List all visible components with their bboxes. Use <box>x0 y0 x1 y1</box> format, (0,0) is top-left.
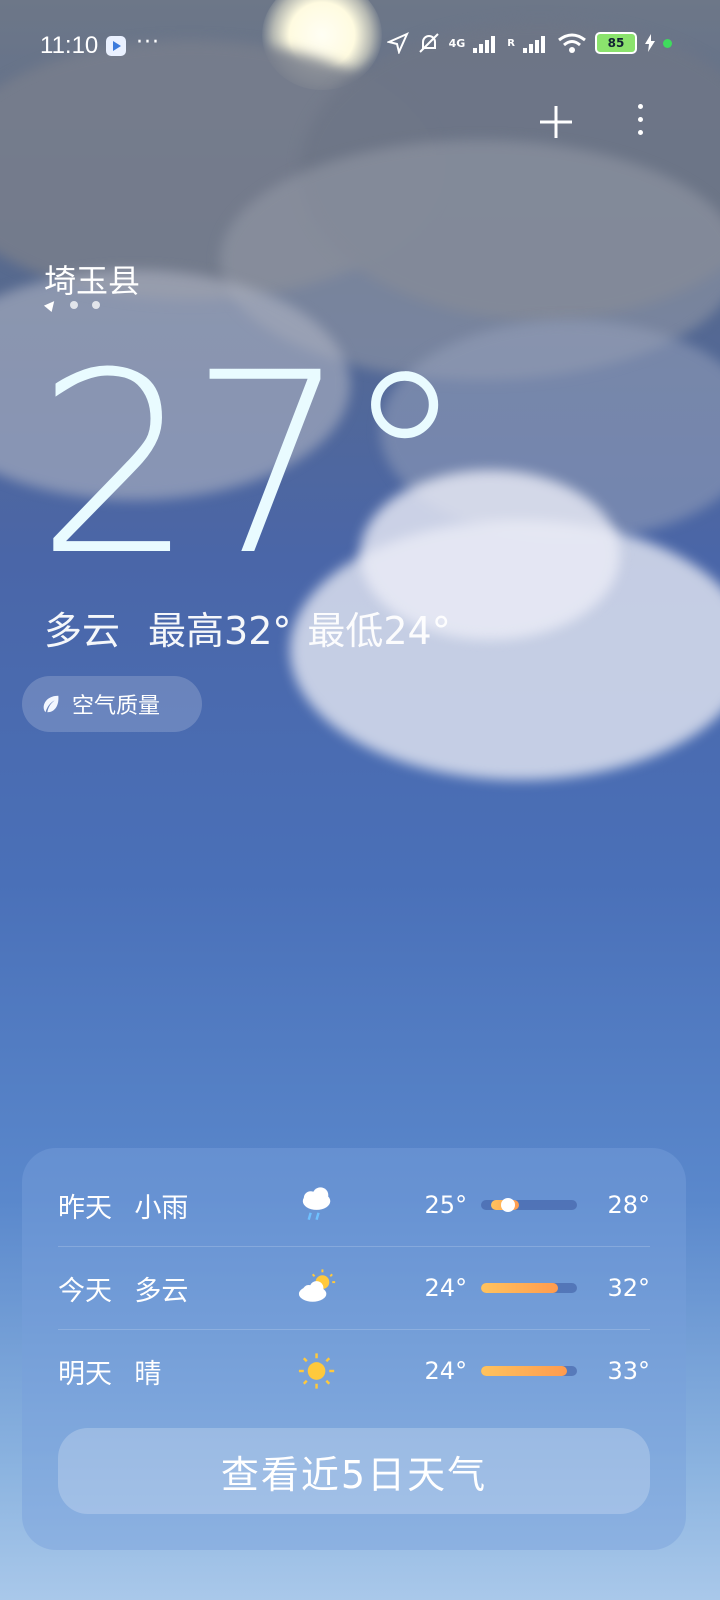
rain-cloud-icon <box>302 1187 331 1221</box>
status-bar: 11:10 ··· 4G R 85 <box>0 0 720 92</box>
temperature-range-fill <box>481 1283 558 1293</box>
privacy-indicator-dot <box>663 38 672 48</box>
temperature-range-fill <box>481 1366 568 1376</box>
five-day-forecast-button[interactable]: 查看近5日天气 <box>58 1428 650 1514</box>
sun-icon <box>298 1353 335 1389</box>
page-indicator <box>43 297 100 313</box>
status-time: 11:10 <box>40 32 99 59</box>
forecast-row-today[interactable]: 今天 多云 24° 32° <box>58 1247 650 1329</box>
temperature-range-bar <box>481 1198 578 1212</box>
location-arrow-icon <box>386 32 409 54</box>
menu-dot-icon <box>637 117 643 122</box>
forecast-day: 今天 <box>58 1275 112 1307</box>
forecast-condition: 小雨 <box>134 1192 189 1224</box>
signal-icon <box>473 33 499 53</box>
high-temperature: 最高32° <box>148 609 292 653</box>
more-notifications-icon: ··· <box>136 30 160 55</box>
signal-icon-secondary <box>523 33 549 53</box>
roaming-label: R <box>507 37 515 49</box>
menu-dot-icon <box>637 104 643 109</box>
low-temperature: 最低24° <box>307 609 451 653</box>
forecast-condition: 晴 <box>134 1358 162 1390</box>
status-icons: 4G R 85 <box>386 32 672 54</box>
current-temp-marker <box>501 1198 516 1212</box>
partly-cloudy-icon <box>298 1269 336 1302</box>
network-type-label: 4G <box>448 36 466 50</box>
forecast-low: 25° <box>424 1191 468 1219</box>
location-name[interactable]: 埼玉县 <box>44 256 140 302</box>
forecast-day: 昨天 <box>58 1192 112 1224</box>
forecast-row-tomorrow[interactable]: 明天 晴 24° 33° <box>58 1330 650 1412</box>
current-condition: 多云 <box>44 609 121 653</box>
temperature-range-bar <box>481 1283 578 1293</box>
condition-summary: 多云 最高32° 最低24° <box>44 600 451 655</box>
forecast-low: 24° <box>424 1357 468 1385</box>
forecast-day: 明天 <box>58 1358 112 1390</box>
plus-icon <box>540 106 572 138</box>
page-dot <box>92 301 100 309</box>
current-temperature: 27° <box>36 319 467 610</box>
forecast-low: 24° <box>424 1274 468 1302</box>
forecast-row-yesterday[interactable]: 昨天 小雨 25° 28° <box>58 1164 650 1246</box>
page-dot <box>70 301 78 309</box>
add-city-button[interactable] <box>536 102 576 142</box>
forecast-high: 33° <box>607 1357 651 1385</box>
forecast-high: 28° <box>607 1191 651 1219</box>
battery-icon: 85 <box>595 32 637 54</box>
mute-bell-icon <box>418 33 439 53</box>
air-quality-label: 空气质量 <box>72 694 161 719</box>
wifi-icon <box>558 33 586 53</box>
menu-dot-icon <box>637 130 643 135</box>
leaf-icon <box>43 695 59 713</box>
air-quality-button[interactable]: 空气质量 <box>22 676 202 732</box>
forecast-condition: 多云 <box>134 1275 189 1307</box>
more-options-button[interactable] <box>630 104 650 144</box>
forecast-high: 32° <box>607 1274 651 1302</box>
current-location-icon <box>43 297 59 313</box>
temperature-range-bar <box>481 1366 578 1376</box>
charging-bolt-icon <box>645 34 655 52</box>
play-store-icon <box>106 36 126 56</box>
forecast-card: 昨天 小雨 25° 28° 今天 多云 24° 32° 明天 晴 24° 33°… <box>22 1148 686 1550</box>
